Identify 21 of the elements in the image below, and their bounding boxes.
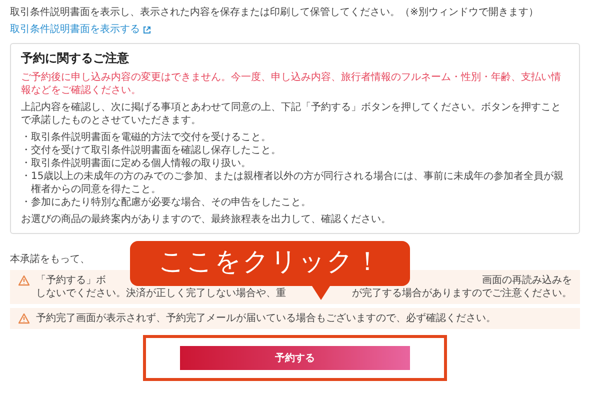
consent-text: 本承諾をもって、	[10, 252, 90, 266]
alert-text: ご予約後に申し込み内容の変更はできません。今一度、申し込み内容、旅行者情報のフルネーム・性別・年齢、支払い情報などをご確認ください。	[21, 70, 562, 97]
list-item: ・交付を受けて取引条件説明書面を確認し保存したこと。	[21, 144, 282, 157]
warning-icon	[18, 274, 30, 286]
instruction-text: 取引条件説明書面を表示し、表示された内容を保存または印刷して保管してください。（※別ウィンドウで開きます）	[10, 6, 540, 19]
warning-text: 予約完了画面が表示されず、予約完了メールが届いている場合もございますので、必ず確認ください。	[36, 312, 496, 325]
list-item: ・取引条件説明書面に定める個人情報の取り扱い。	[21, 156, 252, 170]
warning-text: 「予約する」ボ	[36, 274, 106, 287]
reserve-button[interactable]: 予約する	[180, 346, 410, 370]
warning-icon	[18, 312, 30, 324]
notice-paragraph: 上記内容を確認し、次に掲げる事項とあわせて同意の上、下記「予約する」ボタンを押してください。ボタンを押すことで承諾したものとさせていただきます。	[21, 100, 562, 127]
notice-title: 予約に関するご注意	[21, 51, 130, 67]
closing-text: お選びの商品の最終案内がありますので、最終旅程表を出力して、確認ください。	[21, 212, 392, 226]
list-item: ・取引条件説明書面を電磁的方法で交付を受けること。	[21, 130, 272, 144]
warning-text: が完了する場合がありますのでご注意ください。	[352, 286, 572, 300]
warning-text: しないでください。決済が正しく完了しない場合や、重	[36, 286, 286, 300]
external-link-icon	[143, 26, 151, 34]
list-item: ・参加にあたり特別な配慮が必要な場合、その申告をしたこと。	[21, 196, 312, 209]
warning-text: 画面の再読み込みを	[482, 274, 572, 287]
list-item: ・15歳以上の未成年の方のみでのご参加、または親権者以外の方が同行される場合には、事前に未成年の参加者全員が親権者からの同意を得たこと。	[21, 170, 565, 196]
document-link[interactable]: 取引条件説明書面を表示する	[10, 23, 151, 36]
